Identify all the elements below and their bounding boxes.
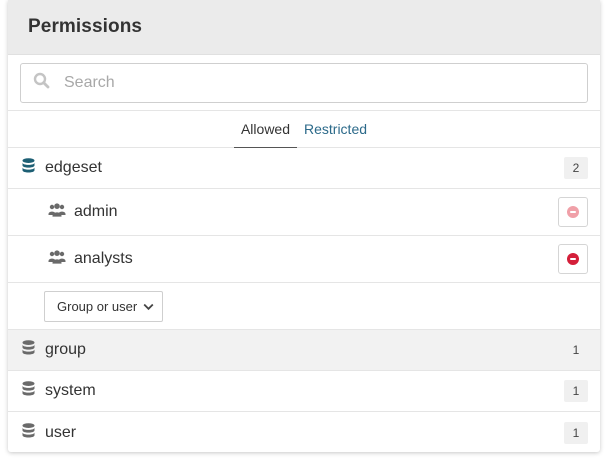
database-name: system — [45, 382, 96, 399]
member-count-badge: 1 — [572, 343, 580, 357]
users-icon — [48, 202, 66, 222]
database-row-edgeset[interactable]: edgeset 2 — [8, 148, 600, 189]
panel-title: Permissions — [28, 16, 143, 37]
member-count-badge: 1 — [564, 421, 588, 444]
database-name: group — [45, 341, 86, 358]
search-section — [8, 55, 600, 111]
remove-analysts-button[interactable] — [558, 244, 588, 274]
remove-circle-icon — [567, 206, 579, 218]
select-label: Group or user — [57, 298, 138, 314]
search-box[interactable] — [20, 63, 588, 103]
search-icon — [33, 72, 50, 94]
database-name: edgeset — [45, 159, 102, 176]
member-count-badge: 2 — [564, 157, 588, 179]
database-row-system[interactable]: system 1 — [8, 371, 600, 412]
users-icon — [48, 249, 66, 269]
permission-tabs: Allowed Restricted — [8, 111, 600, 148]
remove-admin-button[interactable] — [558, 197, 588, 227]
add-member-row: Group or user — [8, 283, 600, 330]
panel-header: Permissions — [8, 0, 600, 55]
group-or-user-select[interactable]: Group or user — [44, 290, 164, 322]
database-row-user[interactable]: user 1 — [8, 412, 600, 452]
database-icon — [22, 340, 35, 360]
member-name: analysts — [74, 250, 133, 267]
search-input[interactable] — [62, 73, 546, 93]
tab-allowed[interactable]: Allowed — [233, 111, 297, 148]
database-name: user — [45, 423, 77, 441]
database-icon — [22, 422, 35, 443]
member-count-badge: 1 — [564, 380, 588, 402]
member-row-analysts: analysts — [8, 236, 600, 283]
database-row-group[interactable]: group 1 — [8, 330, 600, 371]
database-icon — [22, 158, 35, 178]
member-name: admin — [74, 203, 118, 220]
permissions-panel: Permissions Allowed Restricted edgeset — [8, 0, 600, 452]
remove-circle-icon — [567, 253, 579, 265]
member-row-admin: admin — [8, 189, 600, 236]
tab-restricted[interactable]: Restricted — [297, 111, 374, 147]
chevron-down-icon — [137, 299, 154, 314]
database-icon — [22, 381, 35, 401]
